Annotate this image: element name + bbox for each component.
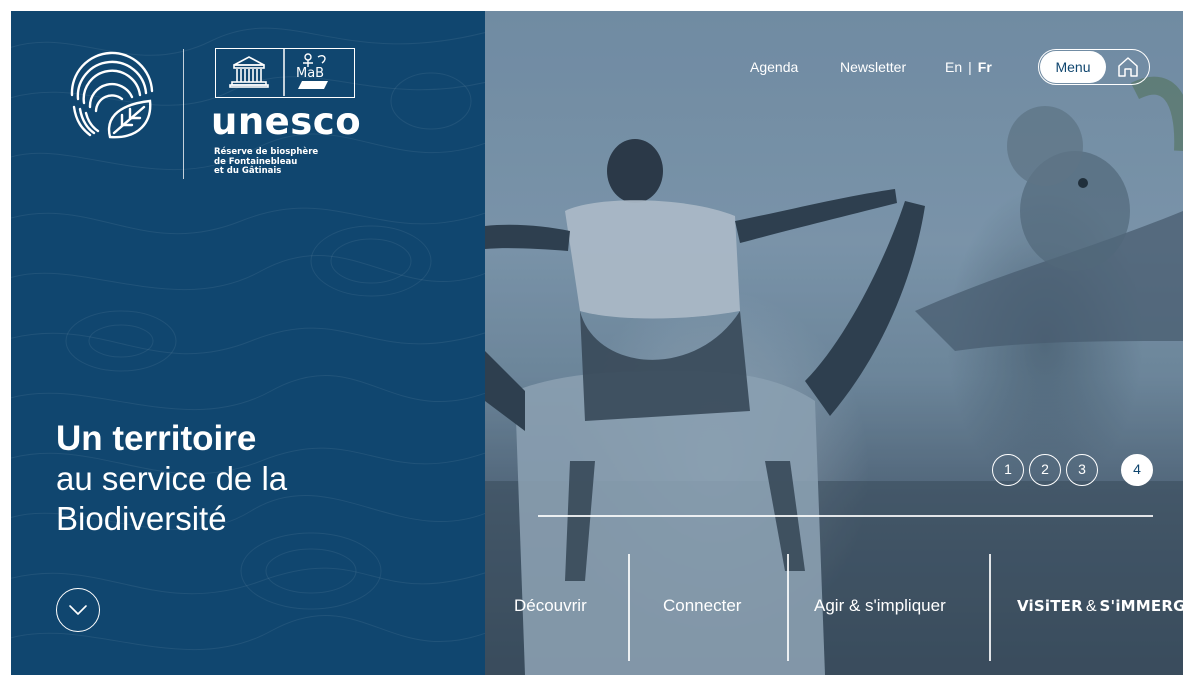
category-divider: [787, 554, 789, 661]
page: MaB unesco Réserve de biosphère de Fonta…: [11, 11, 1183, 675]
slide-dot-3[interactable]: 3: [1066, 454, 1098, 486]
category-divider: [628, 554, 630, 661]
category-connecter[interactable]: Connecter: [663, 596, 741, 616]
scroll-down-button[interactable]: [56, 588, 100, 632]
visiter-ampersand: &: [1085, 598, 1097, 615]
slide-dot-4[interactable]: 4: [1121, 454, 1153, 486]
lang-separator: |: [968, 59, 972, 75]
slide-dot-1[interactable]: 1: [992, 454, 1024, 486]
chevron-down-icon: [69, 605, 87, 615]
immerger-word: S'iMMERGER: [1099, 597, 1183, 615]
category-visiter[interactable]: ViSiTER&S'iMMERGER: [1017, 596, 1183, 616]
lang-fr-link[interactable]: Fr: [978, 59, 992, 75]
hero-title-line: Biodiversité: [56, 500, 227, 537]
fingerprint-leaf-logo: [70, 51, 154, 139]
unesco-wordmark: unesco: [211, 100, 362, 143]
svg-text:MaB: MaB: [296, 66, 324, 81]
category-divider-horizontal: [538, 515, 1153, 517]
nav-newsletter-link[interactable]: Newsletter: [840, 59, 906, 75]
menu-button[interactable]: Menu: [1040, 51, 1106, 83]
hero-photo: [485, 11, 1183, 675]
home-icon[interactable]: [1115, 55, 1141, 79]
visiter-word: ViSiTER: [1017, 597, 1083, 615]
category-decouvrir[interactable]: Découvrir: [514, 596, 587, 616]
hero-title-line: Un territoire: [56, 419, 257, 458]
mab-logo: MaB: [296, 53, 328, 89]
lang-en-link[interactable]: En: [945, 59, 962, 75]
language-switcher: En | Fr: [945, 59, 992, 75]
hero-title-line: au service de la: [56, 460, 288, 497]
nav-agenda-link[interactable]: Agenda: [750, 59, 798, 75]
reserve-line: et du Gâtinais: [214, 166, 282, 176]
logo-separator: [183, 49, 184, 179]
unesco-emblem: MaB: [215, 48, 355, 98]
photo-illustration: [485, 11, 1183, 675]
left-panel: MaB unesco Réserve de biosphère de Fonta…: [11, 11, 485, 675]
category-agir[interactable]: Agir & s'impliquer: [814, 596, 946, 616]
category-divider: [989, 554, 991, 661]
hero-title: Un territoire au service de la Biodivers…: [56, 419, 476, 539]
reserve-name: Réserve de biosphère de Fontainebleau et…: [214, 147, 354, 177]
slide-dot-2[interactable]: 2: [1029, 454, 1061, 486]
